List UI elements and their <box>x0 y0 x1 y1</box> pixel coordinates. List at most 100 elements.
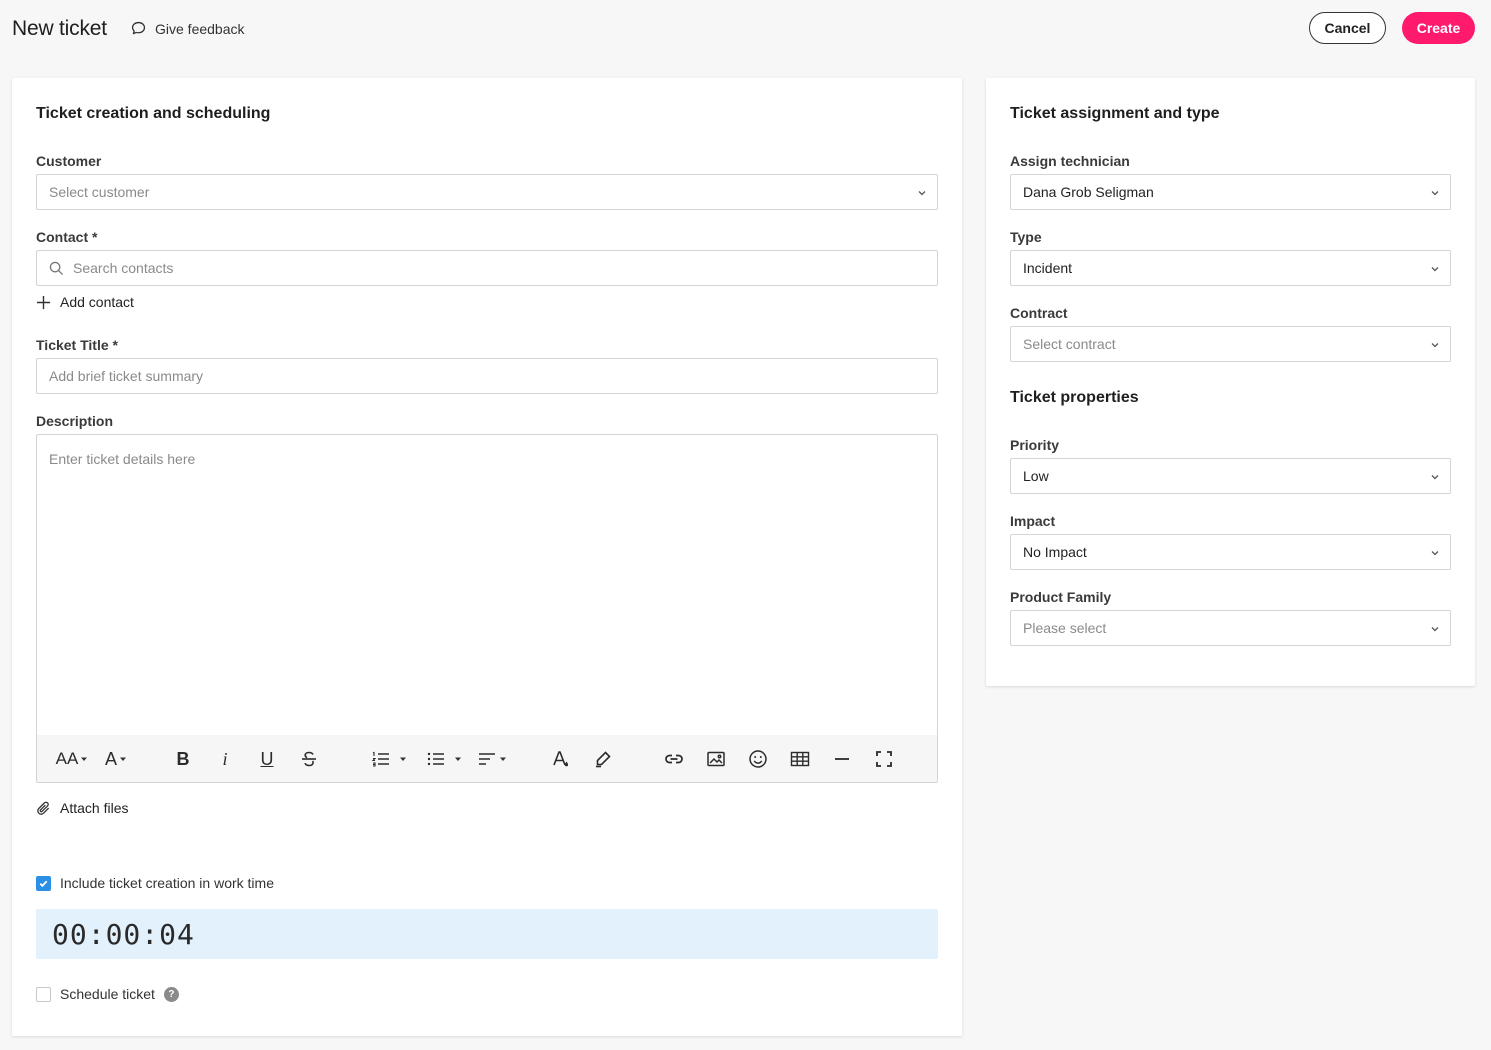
chevron-down-icon <box>1431 475 1439 480</box>
underline-button[interactable]: U <box>256 748 278 770</box>
customer-select[interactable]: Select customer <box>36 174 938 210</box>
font-size-icon: AA <box>55 749 79 768</box>
fullscreen-icon <box>876 751 892 767</box>
font-family-button[interactable]: A <box>101 748 131 770</box>
include-worktime-label: Include ticket creation in work time <box>60 875 274 891</box>
editor-toolbar: AA A B i U <box>37 735 937 782</box>
contact-placeholder: Search contacts <box>73 260 174 276</box>
unordered-list-button[interactable] <box>424 748 464 770</box>
bold-button[interactable]: B <box>172 748 194 770</box>
paperclip-icon <box>37 801 50 815</box>
ordered-list-icon <box>371 751 389 767</box>
highlight-icon <box>596 751 611 768</box>
assign-technician-label: Assign technician <box>1010 153 1130 169</box>
type-select[interactable]: Incident <box>1010 250 1451 286</box>
chevron-down-icon <box>1431 551 1439 556</box>
ticket-creation-card: Ticket creation and scheduling Customer … <box>12 78 962 1036</box>
ticket-title-placeholder: Add brief ticket summary <box>49 368 204 384</box>
include-worktime-row: Include ticket creation in work time <box>36 875 274 891</box>
priority-label: Priority <box>1010 437 1060 453</box>
add-contact-label: Add contact <box>60 294 134 310</box>
product-family-placeholder: Please select <box>1023 620 1107 636</box>
align-button[interactable] <box>475 748 509 770</box>
give-feedback-link[interactable]: Give feedback <box>130 20 245 37</box>
highlight-button[interactable] <box>592 748 614 770</box>
impact-select[interactable]: No Impact <box>1010 534 1451 570</box>
create-button[interactable]: Create <box>1402 12 1475 44</box>
horizontal-rule-button[interactable] <box>831 748 853 770</box>
assign-technician-value: Dana Grob Seligman <box>1023 184 1154 200</box>
contract-select[interactable]: Select contract <box>1010 326 1451 362</box>
unordered-list-icon <box>427 752 444 766</box>
image-button[interactable] <box>705 748 727 770</box>
ordered-list-button[interactable] <box>369 748 409 770</box>
schedule-ticket-label: Schedule ticket <box>60 986 155 1002</box>
attach-files-label: Attach files <box>60 800 129 816</box>
strikethrough-button[interactable] <box>298 748 320 770</box>
assign-technician-select[interactable]: Dana Grob Seligman <box>1010 174 1451 210</box>
italic-button[interactable]: i <box>214 748 236 770</box>
contract-placeholder: Select contract <box>1023 336 1116 352</box>
table-button[interactable] <box>789 748 811 770</box>
give-feedback-label: Give feedback <box>155 20 245 37</box>
table-icon <box>790 751 810 767</box>
type-label: Type <box>1010 229 1042 245</box>
schedule-ticket-checkbox[interactable] <box>36 986 51 1002</box>
description-placeholder: Enter ticket details here <box>49 451 196 467</box>
underline-icon: U <box>260 748 274 769</box>
caret-down-icon <box>81 757 88 761</box>
chevron-down-icon <box>1431 343 1439 348</box>
bold-icon: B <box>176 748 190 769</box>
work-timer: 00:00:04 <box>36 909 938 959</box>
chat-bubble-icon <box>131 21 146 35</box>
customer-placeholder: Select customer <box>49 184 150 200</box>
ticket-title-input[interactable]: Add brief ticket summary <box>36 358 938 394</box>
font-family-icon: A <box>104 748 117 769</box>
search-icon <box>49 261 64 275</box>
plus-icon <box>36 295 51 309</box>
priority-value: Low <box>1023 468 1049 484</box>
text-color-icon <box>553 751 569 767</box>
caret-down-icon <box>500 757 506 761</box>
ticket-properties-title: Ticket properties <box>1010 389 1139 406</box>
schedule-ticket-row: Schedule ticket ? <box>36 986 179 1002</box>
priority-select[interactable]: Low <box>1010 458 1451 494</box>
font-size-button[interactable]: AA <box>55 748 89 770</box>
chevron-down-icon <box>1431 267 1439 272</box>
description-editor[interactable]: Enter ticket details here AA A B i U <box>36 434 938 783</box>
checkmark-icon <box>39 880 48 887</box>
italic-icon: i <box>222 748 228 769</box>
chevron-down-icon <box>1431 627 1439 632</box>
link-button[interactable] <box>663 748 685 770</box>
emoji-button[interactable] <box>747 748 769 770</box>
fullscreen-button[interactable] <box>873 748 895 770</box>
customer-label: Customer <box>36 153 102 169</box>
attach-files-button[interactable]: Attach files <box>36 800 128 816</box>
horizontal-rule-icon <box>835 758 849 760</box>
cancel-button[interactable]: Cancel <box>1309 12 1386 44</box>
caret-down-icon <box>455 757 461 761</box>
chevron-down-icon <box>918 191 926 196</box>
description-label: Description <box>36 413 114 429</box>
page-title: New ticket <box>12 17 107 40</box>
contact-label: Contact * <box>36 229 98 245</box>
impact-label: Impact <box>1010 513 1056 529</box>
ticket-creation-title: Ticket creation and scheduling <box>36 105 271 122</box>
ticket-assignment-card: Ticket assignment and type Assign techni… <box>986 78 1475 686</box>
include-worktime-checkbox[interactable] <box>36 875 51 891</box>
type-value: Incident <box>1023 260 1073 276</box>
text-color-button[interactable] <box>550 748 572 770</box>
ticket-assignment-title: Ticket assignment and type <box>1010 105 1220 122</box>
caret-down-icon <box>400 757 406 761</box>
contact-search-input[interactable]: Search contacts <box>36 250 938 286</box>
align-icon <box>479 753 495 765</box>
timer-display: 00:00:04 <box>52 917 195 951</box>
emoji-icon <box>749 750 767 768</box>
add-contact-button[interactable]: Add contact <box>36 294 134 310</box>
strikethrough-icon <box>302 751 316 767</box>
help-icon[interactable]: ? <box>163 986 179 1002</box>
top-bar: New ticket Give feedback Cancel Create <box>0 0 1491 58</box>
link-icon <box>665 754 683 764</box>
impact-value: No Impact <box>1023 544 1087 560</box>
product-family-select[interactable]: Please select <box>1010 610 1451 646</box>
